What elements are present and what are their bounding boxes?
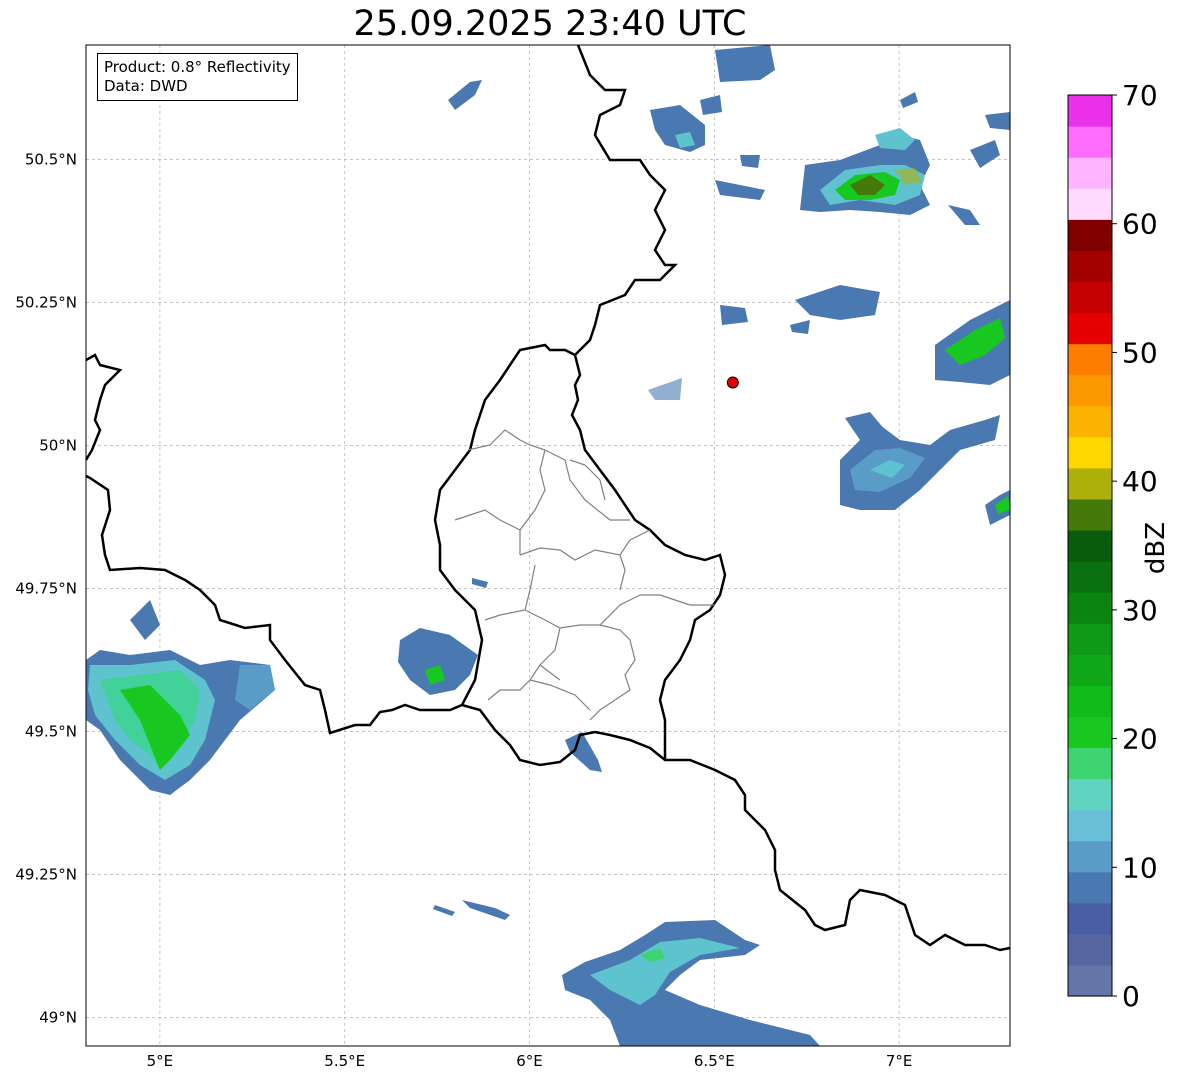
colorbar-segment: [1068, 840, 1112, 873]
colorbar-segment: [1068, 654, 1112, 686]
colorbar-segment: [1068, 561, 1112, 593]
colorbar-segment: [1068, 157, 1112, 189]
colorbar-tick-label: 20: [1122, 723, 1158, 756]
lat-tick-label: 49.5°N: [25, 722, 77, 740]
colorbar-segment: [1068, 95, 1112, 127]
colorbar-segment: [1068, 809, 1112, 842]
lon-tick-label: 6.5°E: [694, 1052, 735, 1070]
colorbar-segment: [1068, 281, 1112, 314]
latitude-tick-labels: 50.5°N 50.25°N 50°N 49.75°N 49.5°N 49.25°N 49°…: [15, 150, 77, 1026]
colorbar-segment: [1068, 747, 1112, 780]
colorbar-segment: [1068, 343, 1112, 376]
colorbar-segment: [1068, 219, 1112, 251]
colorbar-tick-label: 70: [1122, 79, 1158, 112]
lat-tick-label: 50°N: [39, 436, 77, 454]
colorbar-segment: [1068, 902, 1112, 935]
colorbar-segment: [1068, 498, 1112, 531]
colorbar-segment: [1068, 405, 1112, 438]
longitude-tick-labels: 5°E 5.5°E 6°E 6.5°E 7°E: [147, 1052, 913, 1070]
lon-tick-label: 5.5°E: [324, 1052, 365, 1070]
colorbar-segment: [1068, 964, 1112, 997]
lon-tick-label: 5°E: [147, 1052, 174, 1070]
product-label: Product: 0.8° Reflectivity: [104, 58, 291, 76]
colorbar-segment: [1068, 250, 1112, 283]
colorbar-tick-label: 60: [1122, 208, 1158, 241]
colorbar-segment: [1068, 529, 1112, 562]
colorbar-segment: [1068, 933, 1112, 966]
lat-tick-label: 50.25°N: [15, 293, 77, 311]
colorbar-segment: [1068, 126, 1112, 158]
colorbar-segment: [1068, 592, 1112, 624]
colorbar-segment: [1068, 467, 1112, 500]
colorbar-segment: [1068, 685, 1112, 717]
colorbar-segment: [1068, 312, 1112, 345]
colorbar-segment: [1068, 623, 1112, 655]
colorbar-segment: [1068, 436, 1112, 469]
radar-map: 5°E 5.5°E 6°E 6.5°E 7°E 50.5°N 50.25°N 50°N 49.…: [15, 44, 1158, 1070]
radar-site-marker: [726, 376, 739, 389]
colorbar-segment: [1068, 374, 1112, 407]
lon-tick-label: 7°E: [886, 1052, 913, 1070]
data-source-label: Data: DWD: [104, 77, 188, 95]
colorbar-tick-label: 0: [1122, 980, 1140, 1013]
colorbar-segment: [1068, 188, 1112, 220]
colorbar-tick-label: 30: [1122, 594, 1158, 627]
colorbar: [1067, 94, 1113, 997]
colorbar-tick-label: 10: [1122, 851, 1158, 884]
colorbar-segment: [1068, 778, 1112, 811]
lat-tick-label: 49°N: [39, 1008, 77, 1026]
lat-tick-label: 50.5°N: [25, 150, 77, 168]
lon-tick-label: 6°E: [516, 1052, 543, 1070]
product-info-box: Product: 0.8° Reflectivity Data: DWD: [97, 53, 298, 101]
colorbar-unit-label: dBZ: [1141, 521, 1171, 575]
colorbar-segment: [1068, 716, 1112, 749]
colorbar-tick-label: 50: [1122, 336, 1158, 369]
lat-tick-label: 49.75°N: [15, 579, 77, 597]
lat-tick-label: 49.25°N: [15, 865, 77, 883]
colorbar-tick-label: 40: [1122, 465, 1158, 498]
colorbar-segment: [1068, 871, 1112, 904]
